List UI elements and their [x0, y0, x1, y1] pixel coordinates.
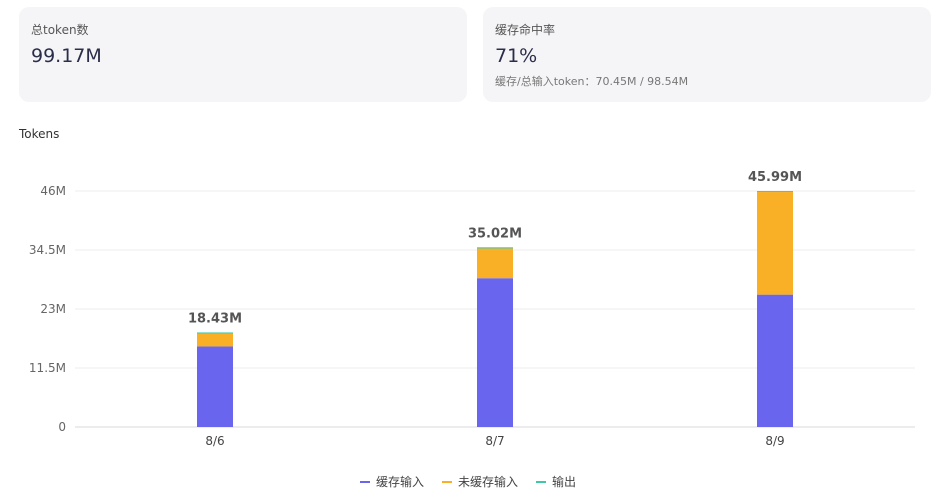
legend-item[interactable]: 缓存输入 [359, 473, 424, 490]
y-tick-label: 23M [40, 302, 66, 316]
bar-segment [197, 333, 233, 347]
bar-total-label: 35.02M [468, 226, 522, 241]
bar-segment [757, 192, 793, 295]
bar-segment [477, 248, 513, 279]
bar-segment [757, 191, 793, 193]
bar-total-label: 45.99M [748, 170, 802, 185]
x-tick-label: 8/9 [765, 434, 784, 448]
tokens-bar-chart: 0 11.5M 23M 34.5M 46M 18.43M 8/6 35.02M 8/7 45.99… [29, 170, 915, 448]
bar-segment [477, 247, 513, 249]
bar-total-label: 18.43M [188, 311, 242, 326]
legend-label: 输出 [552, 475, 577, 489]
bar-segment [757, 294, 793, 427]
x-tick-label: 8/6 [205, 434, 224, 448]
y-tick-label: 34.5M [29, 243, 66, 257]
bar-segment [477, 278, 513, 427]
y-tick-label: 0 [58, 420, 66, 434]
chart-legend: 缓存输入 未缓存输入 输出 [0, 473, 936, 490]
bar-segment [197, 332, 233, 334]
legend-label: 缓存输入 [375, 475, 424, 489]
usage-dashboard: 总token数 99.17M 缓存命中率 71% 缓存/总输入token：70.… [0, 0, 936, 500]
legend-item[interactable]: 未缓存输入 [441, 473, 518, 490]
bar-segment [197, 346, 233, 427]
legend-label: 未缓存输入 [457, 475, 518, 489]
legend-swatch [359, 480, 370, 483]
legend-item[interactable]: 输出 [536, 473, 576, 490]
x-tick-label: 8/7 [485, 434, 504, 448]
y-tick-label: 11.5M [29, 361, 66, 375]
legend-swatch [536, 480, 546, 483]
y-tick-label: 46M [40, 184, 66, 198]
legend-swatch [441, 480, 452, 483]
